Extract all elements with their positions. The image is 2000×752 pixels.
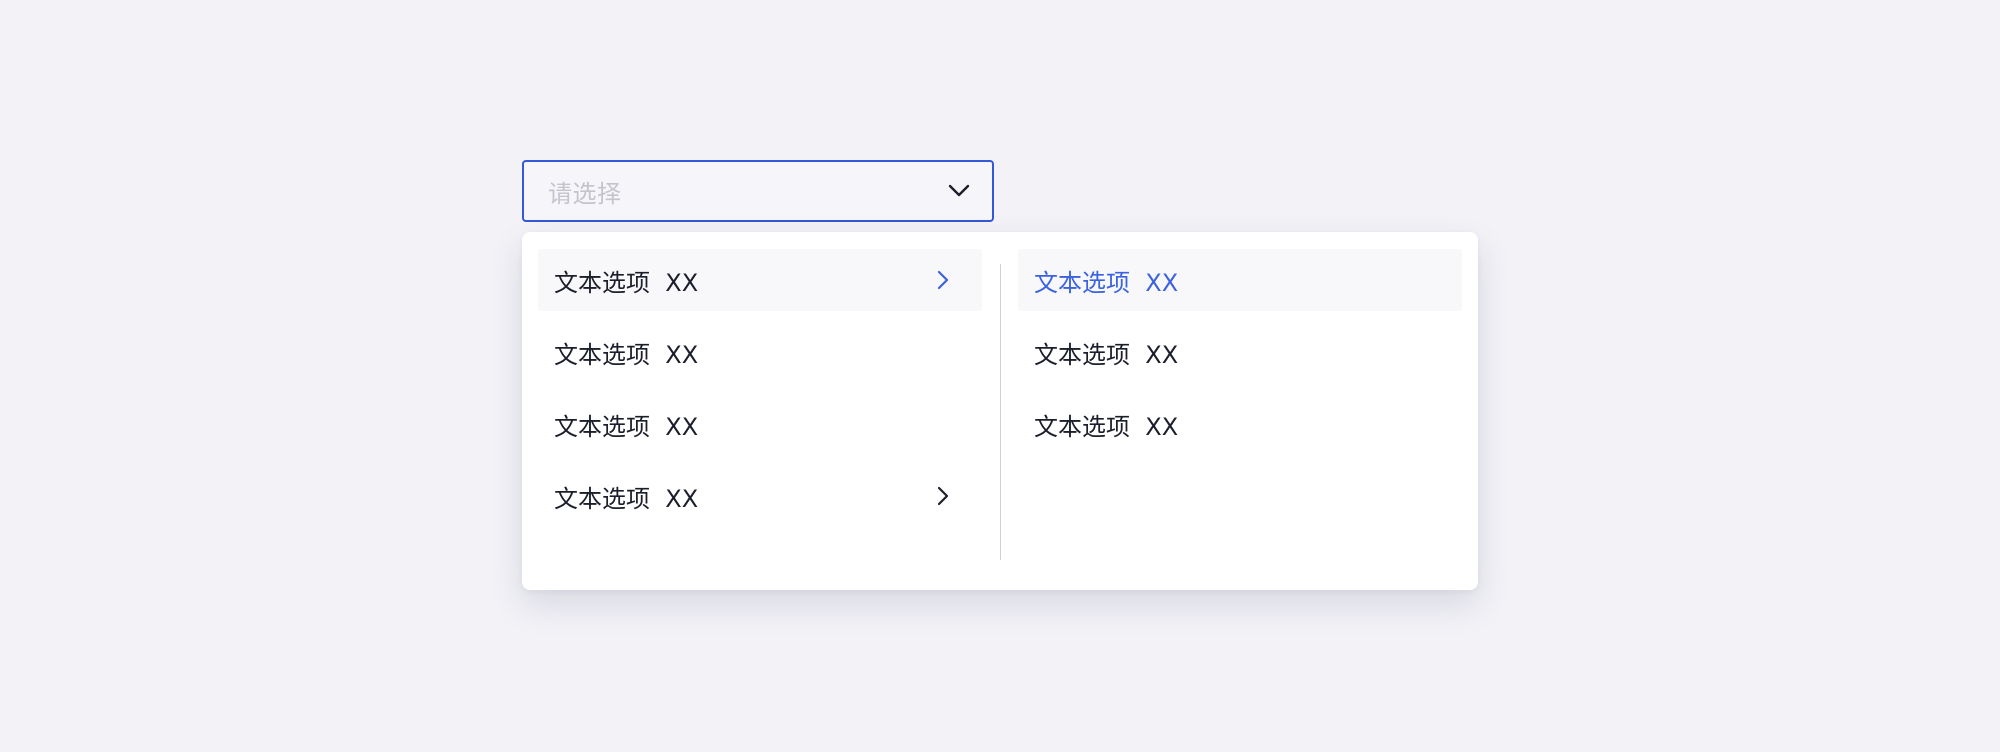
cascader-option-l2-1[interactable]: 文本选项 XX: [1018, 249, 1462, 311]
cascader-option-l2-3[interactable]: 文本选项 XX: [1018, 393, 1462, 455]
option-label: 文本选项 XX: [554, 340, 699, 369]
cascader-option-l1-4[interactable]: 文本选项 XX: [538, 465, 982, 527]
cascader-dropdown-panel: 文本选项 XX 文本选项 XX 文本选项 XX 文本选项 XX 文本选项 XX …: [522, 232, 1478, 590]
select-placeholder: 请选择: [548, 179, 622, 208]
cascader-column-level-1: 文本选项 XX 文本选项 XX 文本选项 XX 文本选项 XX: [538, 249, 982, 537]
option-label: 文本选项 XX: [1034, 268, 1179, 297]
cascader-option-l2-2[interactable]: 文本选项 XX: [1018, 321, 1462, 383]
cascader-option-l1-3[interactable]: 文本选项 XX: [538, 393, 982, 455]
chevron-right-icon: [932, 485, 954, 507]
cascader-column-level-2: 文本选项 XX 文本选项 XX 文本选项 XX: [1018, 249, 1462, 465]
cascader-option-l1-1[interactable]: 文本选项 XX: [538, 249, 982, 311]
cascader-option-l1-2[interactable]: 文本选项 XX: [538, 321, 982, 383]
option-label: 文本选项 XX: [1034, 412, 1179, 441]
option-label: 文本选项 XX: [554, 268, 699, 297]
column-divider: [1000, 264, 1001, 560]
cascader-select-input[interactable]: 请选择: [522, 160, 994, 222]
option-label: 文本选项 XX: [554, 412, 699, 441]
chevron-right-icon: [932, 269, 954, 291]
option-label: 文本选项 XX: [554, 484, 699, 513]
chevron-down-icon[interactable]: [946, 178, 972, 204]
option-label: 文本选项 XX: [1034, 340, 1179, 369]
